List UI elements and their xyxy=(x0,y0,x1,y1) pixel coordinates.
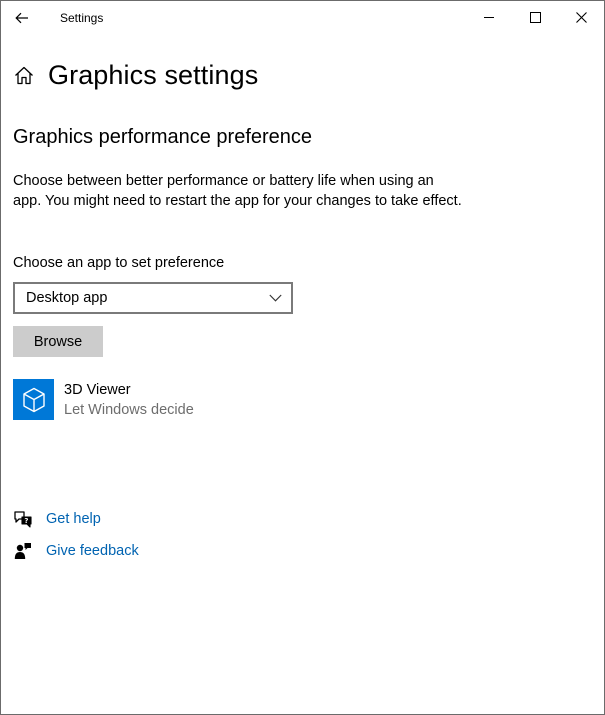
minimize-icon xyxy=(484,17,494,18)
close-icon xyxy=(575,11,587,23)
browse-button[interactable]: Browse xyxy=(13,326,103,357)
page-title: Graphics settings xyxy=(48,59,259,90)
title-bar: Settings xyxy=(1,1,604,35)
back-button[interactable] xyxy=(9,5,35,31)
settings-window: Settings Graphics settings Graphics perf… xyxy=(0,0,605,715)
app-type-dropdown[interactable]: Desktop app xyxy=(13,282,293,314)
app-tile xyxy=(13,379,54,420)
app-name: 3D Viewer xyxy=(64,382,131,398)
section-title: Graphics performance preference xyxy=(13,126,313,148)
app-list-item[interactable]: 3D Viewer Let Windows decide xyxy=(13,379,194,421)
window-title: Settings xyxy=(60,11,104,25)
home-icon[interactable] xyxy=(13,64,35,86)
page-header: Graphics settings xyxy=(13,59,258,91)
dropdown-selected-value: Desktop app xyxy=(26,290,108,306)
chat-help-icon: ? xyxy=(13,509,33,529)
minimize-button[interactable] xyxy=(466,1,512,33)
maximize-icon xyxy=(529,11,541,23)
give-feedback-link[interactable]: Give feedback xyxy=(13,540,139,562)
app-text: 3D Viewer Let Windows decide xyxy=(64,379,194,420)
svg-text:?: ? xyxy=(24,517,28,525)
get-help-text: Get help xyxy=(46,511,101,527)
give-feedback-text: Give feedback xyxy=(46,543,139,559)
chevron-down-icon xyxy=(268,291,282,305)
section-description: Choose between better performance or bat… xyxy=(13,173,462,209)
get-help-link[interactable]: ? Get help xyxy=(13,508,101,530)
cube-icon xyxy=(22,387,45,412)
back-arrow-icon xyxy=(15,12,28,24)
app-picker-label: Choose an app to set preference xyxy=(13,255,225,271)
maximize-button[interactable] xyxy=(512,1,558,33)
app-preference: Let Windows decide xyxy=(64,402,194,418)
close-button[interactable] xyxy=(558,1,604,33)
feedback-person-icon xyxy=(13,541,33,561)
